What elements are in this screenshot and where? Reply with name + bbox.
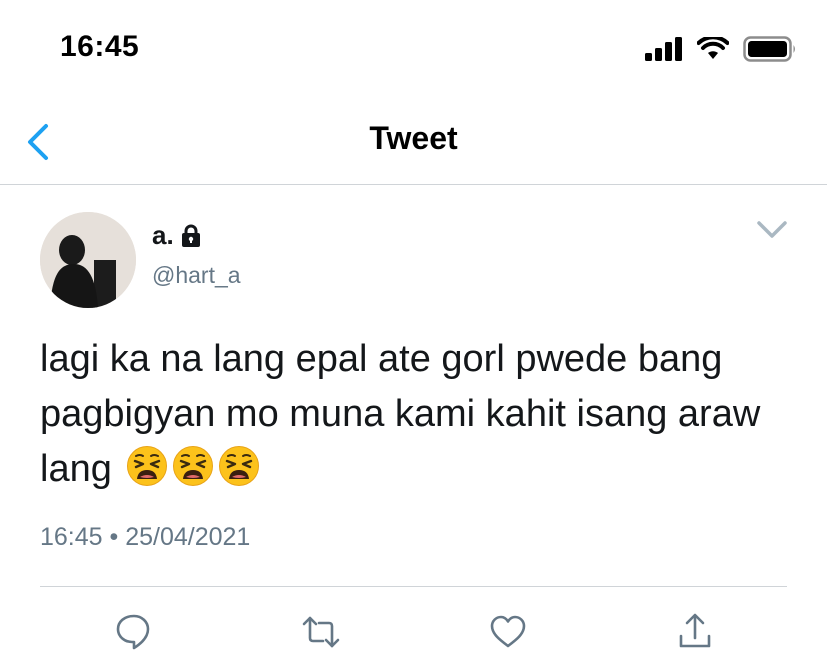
status-time: 16:45 [60, 30, 140, 63]
retweet-button[interactable] [299, 610, 343, 654]
lock-icon [181, 224, 200, 247]
author-display-name[interactable]: a. [152, 220, 174, 251]
tweet-text-block: lagi ka na lang epal ate gorl pwede bang… [40, 332, 800, 497]
share-icon [679, 613, 711, 648]
wifi-icon [697, 37, 729, 59]
weary-face-emoji [173, 446, 214, 486]
status-icons [645, 36, 797, 62]
like-icon [490, 615, 526, 648]
weary-face-emoji [219, 446, 260, 486]
chevron-down-icon [757, 221, 787, 238]
cellular-signal-icon [645, 37, 682, 61]
share-button[interactable] [673, 610, 717, 654]
tweet-timestamp: 16:45 • 25/04/2021 [40, 523, 251, 551]
reply-button[interactable] [112, 610, 156, 654]
weary-face-emoji [127, 446, 168, 486]
status-bar: 16:45 [0, 0, 827, 100]
battery-icon [743, 36, 795, 62]
author-name-row: a. [152, 220, 202, 251]
retweet-icon [302, 616, 340, 648]
author-handle[interactable]: @hart_a [152, 262, 241, 289]
page-title: Tweet [369, 120, 458, 156]
like-button[interactable] [486, 610, 530, 654]
tweet-actions [0, 610, 827, 654]
navigation-bar: Tweet [0, 100, 827, 185]
avatar[interactable] [40, 212, 136, 308]
divider [40, 586, 787, 587]
tweet-options-button[interactable] [755, 218, 789, 242]
reply-icon [116, 614, 150, 650]
